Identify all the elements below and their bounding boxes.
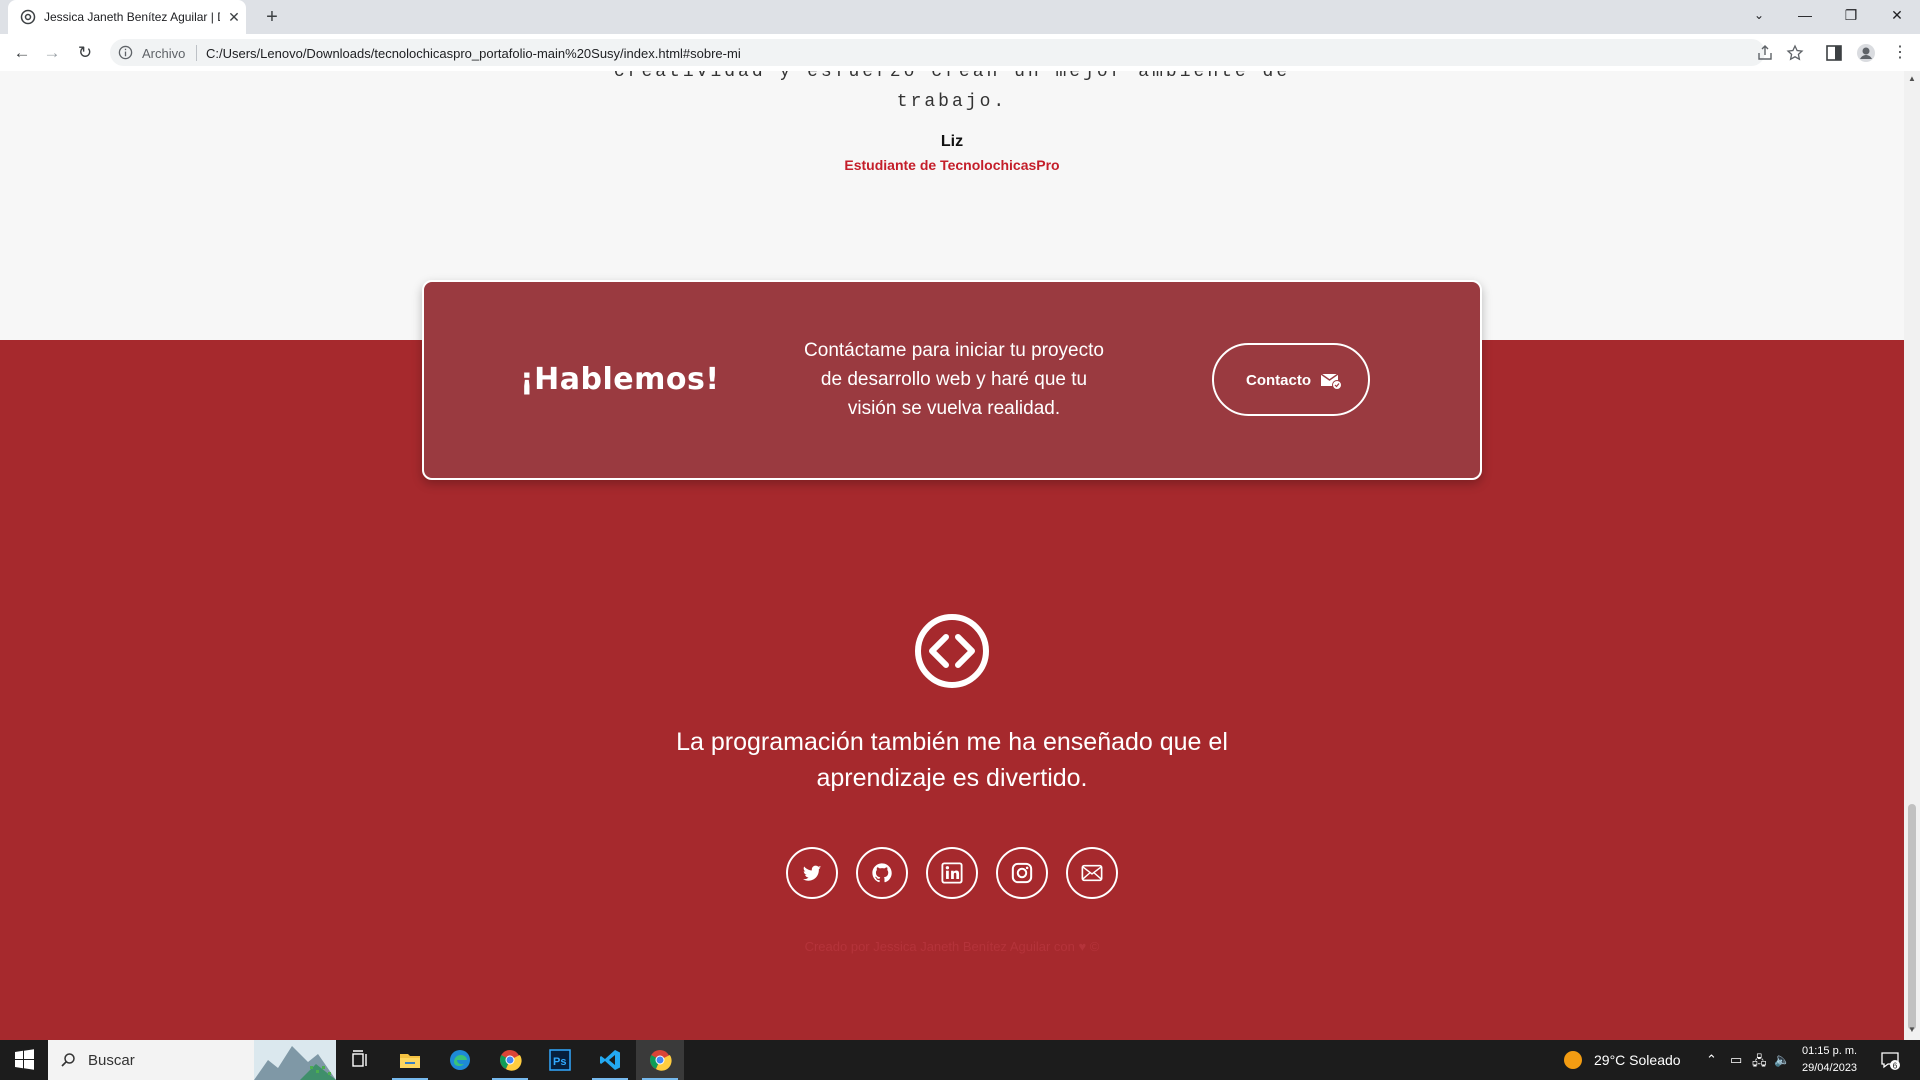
browser-tab[interactable]: Jessica Janeth Benítez Aguilar | D ✕ — [8, 0, 246, 34]
footer-credit: Creado por Jessica Janeth Benítez Aguila… — [804, 939, 1100, 954]
github-link[interactable] — [856, 847, 908, 899]
chrome-icon — [500, 1050, 522, 1071]
scroll-thumb[interactable] — [1908, 804, 1916, 1030]
page-scrollbar[interactable]: ▲ ▼ — [1904, 71, 1920, 1040]
notification-count: 6 — [1893, 1062, 1898, 1071]
profile-avatar-icon[interactable] — [1856, 43, 1876, 63]
mail-send-icon — [1320, 373, 1342, 390]
social-links — [786, 847, 1126, 899]
omnibox-divider — [196, 45, 197, 61]
taskbar-search-box[interactable]: Buscar — [48, 1040, 336, 1080]
code-brackets-icon — [915, 614, 989, 688]
contact-cta-card: ¡Hablemos! Contáctame para iniciar tu pr… — [422, 280, 1482, 480]
vscode-icon — [600, 1050, 620, 1070]
browser-toolbar: ← → ↻ Archivo C:/Users/Lenovo/Downloads/… — [0, 34, 1920, 72]
chrome-icon — [650, 1050, 672, 1071]
linkedin-link[interactable] — [926, 847, 978, 899]
weather-sun-icon[interactable] — [1564, 1051, 1582, 1069]
photoshop-button[interactable]: Ps — [536, 1040, 584, 1080]
network-icon[interactable]: 🖧 — [1752, 1052, 1768, 1068]
volume-icon[interactable]: 🔈 — [1774, 1052, 1790, 1068]
page-viewport: creatividad y esfuerzo crean un mejor am… — [0, 71, 1904, 1040]
tab-search-icon[interactable]: ⌄ — [1736, 0, 1782, 30]
tab-title: Jessica Janeth Benítez Aguilar | D — [44, 10, 220, 24]
side-panel-icon[interactable] — [1824, 43, 1844, 63]
svg-text:Ps: Ps — [553, 1056, 566, 1068]
twitter-link[interactable] — [786, 847, 838, 899]
twitter-icon — [803, 865, 822, 881]
restore-button[interactable]: ❐ — [1828, 0, 1874, 30]
contact-button[interactable]: Contacto — [1212, 343, 1370, 416]
instagram-icon — [1011, 862, 1033, 884]
new-tab-icon[interactable]: + — [262, 7, 282, 27]
edge-icon — [450, 1050, 470, 1070]
file-explorer-button[interactable] — [386, 1040, 434, 1080]
search-icon — [61, 1053, 75, 1067]
bookmark-star-icon[interactable] — [1786, 44, 1804, 62]
site-label: Archivo — [142, 46, 186, 61]
testimonial-author: Liz — [940, 133, 964, 150]
photoshop-icon: Ps — [549, 1049, 571, 1071]
linkedin-icon — [941, 862, 963, 884]
instagram-link[interactable] — [996, 847, 1048, 899]
task-view-button[interactable] — [336, 1040, 384, 1080]
address-bar[interactable]: Archivo C:/Users/Lenovo/Downloads/tecnol… — [110, 39, 1804, 66]
chrome-active-button[interactable] — [636, 1040, 684, 1080]
folder-icon — [400, 1054, 420, 1068]
chrome-button[interactable] — [486, 1040, 534, 1080]
clock-time[interactable]: 01:15 p. m. — [1802, 1045, 1857, 1057]
device-icon[interactable]: ▭ — [1730, 1052, 1746, 1068]
cta-title: ¡Hablemos! — [520, 362, 720, 397]
quote-line-1: creatividad y esfuerzo crean un mejor am… — [613, 71, 1291, 82]
search-highlight-art — [254, 1040, 336, 1080]
clock-date[interactable]: 29/04/2023 — [1802, 1062, 1857, 1074]
back-arrow-icon[interactable]: ← — [10, 41, 34, 65]
vscode-button[interactable] — [586, 1040, 634, 1080]
windows-taskbar: Buscar Ps 29°C Soleado ⌃ ▭ 🖧 🔈 01:15 p. … — [0, 1040, 1920, 1080]
reload-icon[interactable]: ↻ — [73, 41, 97, 65]
info-icon[interactable] — [118, 45, 133, 60]
weather-text[interactable]: 29°C Soleado — [1594, 1052, 1681, 1068]
scroll-down-arrow-icon[interactable]: ▼ — [1908, 1026, 1916, 1034]
testimonial-role: Estudiante de TecnolochicasPro — [844, 157, 1060, 173]
search-placeholder: Buscar — [88, 1052, 135, 1069]
contact-button-label: Contacto — [1246, 372, 1311, 389]
menu-kebab-icon[interactable]: ⋮ — [1888, 41, 1912, 65]
windows-start-icon[interactable] — [0, 1040, 48, 1080]
testimonial-quote: creatividad y esfuerzo crean un mejor am… — [0, 71, 1904, 117]
tab-strip: Jessica Janeth Benítez Aguilar | D ✕ + ⌄… — [0, 0, 1920, 34]
footer-tagline: La programación también me ha enseñado q… — [676, 728, 1228, 792]
url-text[interactable]: C:/Users/Lenovo/Downloads/tecnolochicasp… — [206, 46, 741, 61]
quote-line-2: trabajo. — [896, 92, 1008, 112]
close-window-button[interactable]: ✕ — [1874, 0, 1920, 30]
email-link[interactable] — [1066, 847, 1118, 899]
globe-icon — [20, 9, 36, 25]
task-view-icon — [352, 1050, 367, 1067]
tab-close-icon[interactable]: ✕ — [226, 9, 242, 25]
scroll-up-arrow-icon[interactable]: ▲ — [1908, 75, 1916, 83]
forward-arrow-icon[interactable]: → — [40, 41, 64, 65]
cta-text: Contáctame para iniciar tu proyecto de d… — [804, 340, 1104, 419]
notification-icon[interactable]: 6 — [1880, 1050, 1900, 1070]
minimize-button[interactable]: — — [1782, 0, 1828, 30]
share-icon[interactable] — [1756, 44, 1774, 62]
email-icon — [1081, 864, 1103, 882]
chevron-up-icon[interactable]: ⌃ — [1706, 1052, 1722, 1068]
github-icon — [872, 863, 892, 883]
edge-button[interactable] — [436, 1040, 484, 1080]
